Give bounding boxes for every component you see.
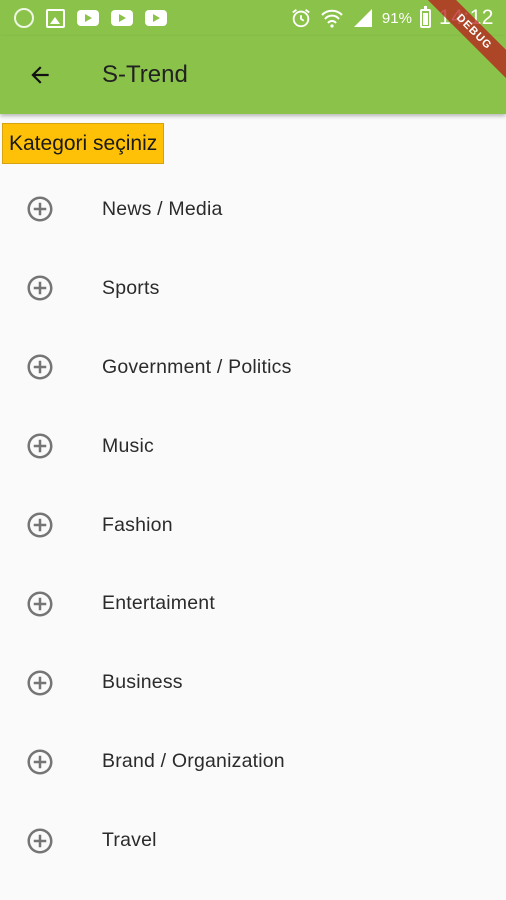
arrow-back-icon [31, 66, 49, 84]
category-item-music[interactable]: Music [0, 407, 506, 486]
back-button[interactable] [20, 55, 60, 95]
category-label: Fashion [102, 513, 173, 536]
status-notifications [14, 8, 167, 28]
status-time: 14:12 [438, 6, 494, 29]
wifi-icon [321, 9, 343, 28]
youtube-icon [77, 10, 99, 26]
alarm-icon [292, 9, 310, 28]
sync-icon [14, 8, 34, 28]
add-circle-icon [27, 749, 53, 775]
category-label: Government / Politics [102, 355, 292, 378]
category-list: News / Media Sports Government / Politic… [0, 170, 506, 880]
signal-icon [353, 9, 372, 27]
category-item-travel[interactable]: Travel [0, 801, 506, 880]
category-label: Business [102, 671, 183, 694]
page-title: S-Trend [102, 61, 188, 88]
category-item-brand-organization[interactable]: Brand / Organization [0, 722, 506, 801]
gallery-icon [46, 8, 65, 28]
category-label: Entertaiment [102, 592, 215, 615]
add-circle-icon [27, 275, 53, 301]
add-circle-icon [27, 354, 53, 380]
battery-percentage: 91% [381, 9, 412, 27]
add-circle-icon [27, 512, 53, 538]
add-circle-icon [27, 670, 53, 696]
category-item-sports[interactable]: Sports [0, 249, 506, 328]
add-circle-icon [27, 433, 53, 459]
category-label: Sports [102, 276, 160, 299]
status-system: 91% 14:12 [290, 5, 494, 30]
youtube-icon [111, 10, 133, 26]
category-label: Music [102, 434, 154, 457]
category-label: News / Media [102, 197, 223, 220]
category-item-news-media[interactable]: News / Media [0, 170, 506, 249]
battery-icon [419, 5, 431, 28]
category-item-government-politics[interactable]: Government / Politics [0, 328, 506, 407]
category-item-business[interactable]: Business [0, 643, 506, 722]
category-item-entertaiment[interactable]: Entertaiment [0, 564, 506, 643]
category-label: Brand / Organization [102, 750, 285, 773]
category-item-fashion[interactable]: Fashion [0, 486, 506, 565]
status-bar: 91% 14:12 [0, 0, 506, 36]
category-label: Travel [102, 829, 157, 852]
add-circle-icon [27, 196, 53, 222]
add-circle-icon [27, 828, 53, 854]
app-bar: S-Trend [0, 36, 506, 114]
add-circle-icon [27, 591, 53, 617]
category-header: Kategori seçiniz [2, 123, 165, 164]
youtube-icon [145, 10, 167, 26]
